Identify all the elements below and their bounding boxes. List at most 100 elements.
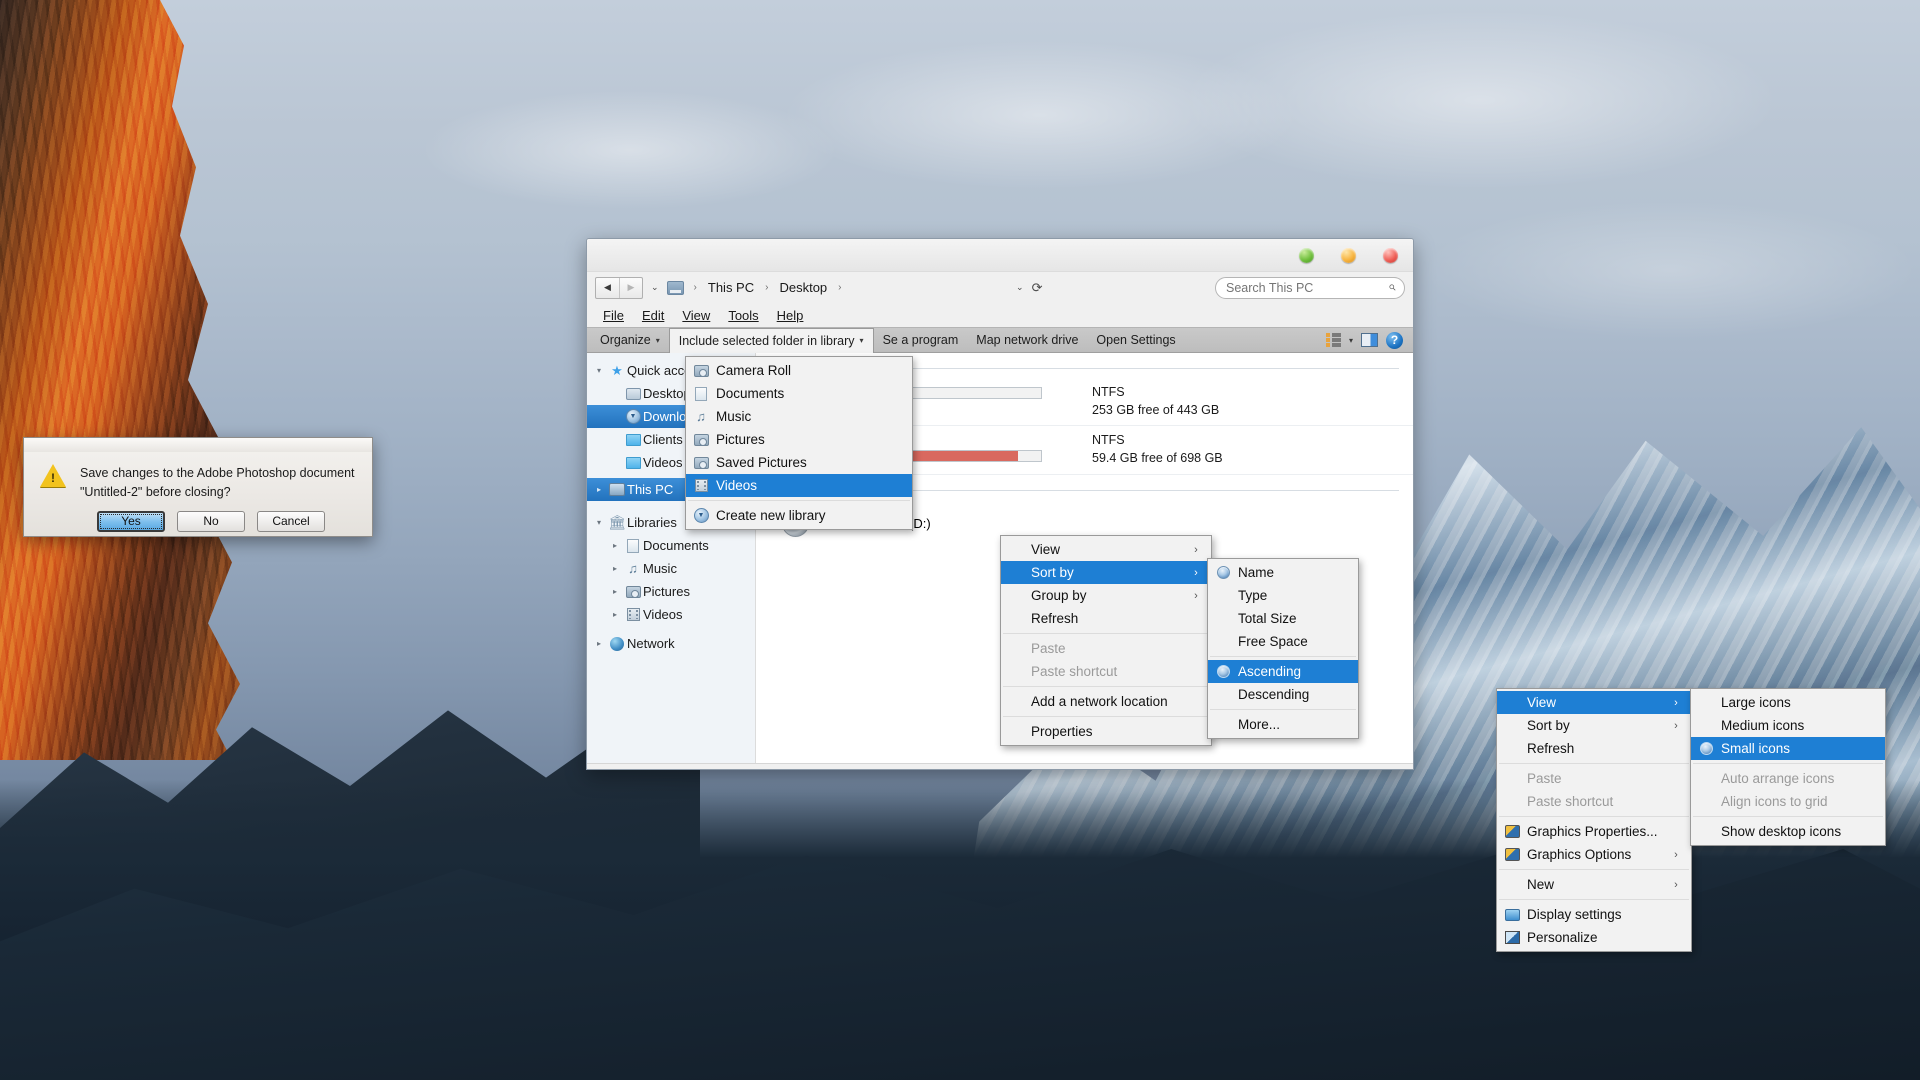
address-bar: ◀ ▶ ⌄ › This PC › Desktop › ⌄ ⟳: [587, 272, 1413, 303]
sort-by-submenu[interactable]: Name Type Total Size Free Space Ascendin…: [1207, 558, 1359, 739]
context-item-group-by[interactable]: Group by ›: [1001, 584, 1211, 607]
desktop-context-item-display-settings[interactable]: Display settings: [1497, 903, 1691, 926]
organize-button[interactable]: Organize ▾: [591, 328, 669, 352]
view-item-auto-arrange[interactable]: Auto arrange icons: [1691, 767, 1885, 790]
chevron-down-icon[interactable]: ▾: [1349, 336, 1353, 345]
twisty-icon[interactable]: ▸: [607, 564, 623, 573]
sortby-item-descending[interactable]: Descending: [1208, 683, 1358, 706]
sidebar-label: Desktop: [643, 386, 691, 401]
breadcrumb-this-pc[interactable]: This PC: [707, 280, 755, 295]
no-icon: [1005, 542, 1027, 558]
refresh-icon[interactable]: ⟳: [1032, 280, 1043, 296]
sortby-item-name[interactable]: Name: [1208, 561, 1358, 584]
twisty-icon[interactable]: ▸: [591, 485, 607, 494]
maximize-button[interactable]: [1341, 248, 1356, 263]
sortby-item-ascending[interactable]: Ascending: [1208, 660, 1358, 683]
search-input[interactable]: [1224, 279, 1389, 296]
twisty-icon[interactable]: ▸: [591, 639, 607, 648]
explorer-context-menu[interactable]: View › Sort by › Group by › Refresh Past…: [1000, 535, 1212, 746]
desktop-context-menu[interactable]: View › Sort by › Refresh Paste Paste sho…: [1496, 688, 1692, 952]
sidebar-item-pictures[interactable]: ▸ Pictures: [587, 580, 755, 603]
desktop-view-submenu[interactable]: Large icons Medium icons Small icons Aut…: [1690, 688, 1886, 846]
search-box[interactable]: [1215, 276, 1405, 299]
library-menu-item-pictures[interactable]: Pictures: [686, 428, 912, 451]
no-icon: [1212, 634, 1234, 650]
view-item-large-icons[interactable]: Large icons: [1691, 691, 1885, 714]
open-settings-button[interactable]: Open Settings: [1087, 328, 1184, 352]
library-menu-item-videos[interactable]: Videos: [686, 474, 912, 497]
view-item-show-desktop-icons[interactable]: Show desktop icons: [1691, 820, 1885, 843]
twisty-icon[interactable]: ▸: [607, 587, 623, 596]
desktop-context-label: Sort by: [1527, 718, 1570, 733]
context-item-add-network-location[interactable]: Add a network location: [1001, 690, 1211, 713]
library-menu-item-music[interactable]: ♫ Music: [686, 405, 912, 428]
sortby-item-free-space[interactable]: Free Space: [1208, 630, 1358, 653]
include-in-library-menu[interactable]: Camera Roll Documents ♫ Music Pictures S…: [685, 356, 913, 530]
context-label: Paste: [1031, 641, 1066, 656]
twisty-icon[interactable]: ▸: [607, 610, 623, 619]
menu-file[interactable]: File: [595, 306, 632, 325]
twisty-icon[interactable]: ▸: [607, 541, 623, 550]
map-network-drive-button[interactable]: Map network drive: [967, 328, 1087, 352]
yes-button[interactable]: Yes: [97, 510, 165, 532]
sidebar-item-documents[interactable]: ▸ Documents: [587, 534, 755, 557]
menu-view[interactable]: View: [674, 306, 718, 325]
close-button[interactable]: [1383, 248, 1398, 263]
library-menu-item-documents[interactable]: Documents: [686, 382, 912, 405]
sidebar-item-network[interactable]: ▸ Network: [587, 632, 755, 655]
context-item-properties[interactable]: Properties: [1001, 720, 1211, 743]
desktop-context-label: Paste: [1527, 771, 1562, 786]
context-item-refresh[interactable]: Refresh: [1001, 607, 1211, 630]
desktop-context-item-paste-shortcut[interactable]: Paste shortcut: [1497, 790, 1691, 813]
library-menu-item-camera-roll[interactable]: Camera Roll: [686, 359, 912, 382]
context-item-view[interactable]: View ›: [1001, 538, 1211, 561]
context-item-paste[interactable]: Paste: [1001, 637, 1211, 660]
menu-tools[interactable]: Tools: [720, 306, 766, 325]
no-button[interactable]: No: [177, 510, 245, 532]
library-menu-item-saved-pictures[interactable]: Saved Pictures: [686, 451, 912, 474]
sortby-item-type[interactable]: Type: [1208, 584, 1358, 607]
sortby-item-more[interactable]: More...: [1208, 713, 1358, 736]
sidebar-item-music[interactable]: ▸ ♫ Music: [587, 557, 755, 580]
view-label: Large icons: [1721, 695, 1791, 710]
menu-edit[interactable]: Edit: [634, 306, 672, 325]
view-item-medium-icons[interactable]: Medium icons: [1691, 714, 1885, 737]
dialog-titlebar[interactable]: [24, 438, 372, 452]
desktop-context-item-view[interactable]: View ›: [1497, 691, 1691, 714]
library-menu-item-create-new[interactable]: Create new library: [686, 504, 912, 527]
back-button[interactable]: ◀: [596, 278, 619, 298]
view-item-small-icons[interactable]: Small icons: [1691, 737, 1885, 760]
see-program-button[interactable]: Se a program: [874, 328, 968, 352]
sidebar-item-videos-library[interactable]: ▸ Videos: [587, 603, 755, 626]
desktop-context-item-new[interactable]: New ›: [1497, 873, 1691, 896]
breadcrumb-desktop[interactable]: Desktop: [778, 280, 828, 295]
context-item-paste-shortcut[interactable]: Paste shortcut: [1001, 660, 1211, 683]
context-item-sort-by[interactable]: Sort by ›: [1001, 561, 1211, 584]
include-in-library-button[interactable]: Include selected folder in library ▾: [668, 327, 874, 354]
desktop-context-item-personalize[interactable]: Personalize: [1497, 926, 1691, 949]
sortby-item-total-size[interactable]: Total Size: [1208, 607, 1358, 630]
desktop-context-item-sort-by[interactable]: Sort by ›: [1497, 714, 1691, 737]
explorer-titlebar[interactable]: [587, 239, 1413, 272]
radio-selected-icon: [1695, 741, 1717, 757]
sortby-label: More...: [1238, 717, 1281, 732]
sidebar-label: Pictures: [643, 584, 690, 599]
preview-pane-icon[interactable]: [1361, 333, 1378, 347]
desktop-context-item-refresh[interactable]: Refresh: [1497, 737, 1691, 760]
desktop-context-item-graphics-options[interactable]: Graphics Options ›: [1497, 843, 1691, 866]
twisty-icon[interactable]: ▾: [591, 518, 607, 527]
cancel-button[interactable]: Cancel: [257, 510, 325, 532]
desktop-context-item-graphics-properties[interactable]: Graphics Properties...: [1497, 820, 1691, 843]
help-icon[interactable]: ?: [1386, 331, 1403, 349]
address-dropdown-icon[interactable]: ⌄: [1014, 282, 1026, 293]
forward-button[interactable]: ▶: [619, 277, 642, 298]
sidebar-label: Videos: [643, 455, 683, 470]
menu-help[interactable]: Help: [769, 306, 812, 325]
history-dropdown-icon[interactable]: ⌄: [649, 282, 661, 293]
no-icon: [1695, 794, 1717, 810]
view-options-icon[interactable]: [1325, 333, 1341, 347]
minimize-button[interactable]: [1299, 248, 1314, 263]
twisty-icon[interactable]: ▾: [591, 366, 607, 375]
view-item-align-to-grid[interactable]: Align icons to grid: [1691, 790, 1885, 813]
desktop-context-item-paste[interactable]: Paste: [1497, 767, 1691, 790]
